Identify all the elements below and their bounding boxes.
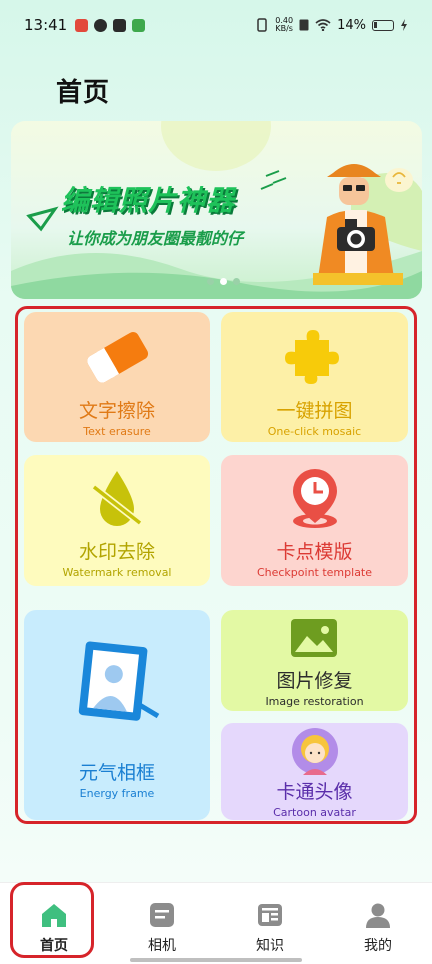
banner-subtitle: 让你成为朋友圈最靓的仔	[67, 229, 244, 248]
text-erase-label: 文字擦除	[78, 400, 155, 422]
notification-icons	[75, 18, 146, 32]
mail-notification-icon	[113, 18, 127, 32]
battery-icon	[372, 19, 394, 31]
restore-label-en: Image restoration	[265, 695, 364, 708]
status-bar: 13:41 0.40 KB/s 14%	[0, 0, 432, 50]
banner-title: 编辑照片神器	[61, 184, 236, 217]
promo-banner[interactable]: 编辑照片神器 让你成为朋友圈最靓的仔	[11, 121, 422, 299]
photo-frame-icon	[78, 641, 160, 721]
tab-profile[interactable]: 我的	[324, 883, 432, 957]
energy-frame-card[interactable]: 元气相框 Energy frame	[24, 610, 210, 820]
battery-percent: 14%	[337, 17, 366, 33]
profile-icon	[366, 903, 390, 928]
tab-knowledge-label: 知识	[256, 938, 284, 954]
status-time: 13:41	[24, 16, 68, 34]
tab-camera[interactable]: 相机	[108, 883, 216, 957]
home-tab-highlight	[10, 882, 94, 958]
watermark-removal-card[interactable]: 水印去除 Watermark removal	[24, 455, 210, 586]
energy-frame-label: 元气相框	[78, 762, 155, 784]
clock-pin-icon	[293, 469, 337, 528]
banner-dot[interactable]	[233, 278, 240, 285]
image-icon	[291, 619, 337, 657]
checkpoint-template-card[interactable]: 卡点模版 Checkpoint template	[221, 455, 408, 586]
banner-pagination[interactable]	[207, 278, 240, 285]
text-erase-card[interactable]: 文字擦除 Text erasure	[24, 312, 210, 442]
photographer-illustration	[313, 164, 413, 285]
camera-doc-icon	[150, 903, 174, 927]
network-speed: 0.40 KB/s	[275, 17, 293, 33]
tab-profile-label: 我的	[364, 938, 392, 954]
home-indicator[interactable]	[130, 958, 302, 962]
tab-knowledge[interactable]: 知识	[216, 883, 324, 957]
one-click-mosaic-card[interactable]: 一键拼图 One-click mosaic	[221, 312, 408, 442]
cartoon-label-en: Cartoon avatar	[273, 806, 356, 819]
watermark-label: 水印去除	[78, 541, 155, 563]
link-notification-icon	[94, 18, 108, 32]
tab-camera-label: 相机	[148, 938, 176, 954]
page-title: 首页	[56, 78, 111, 108]
checkpoint-label: 卡点模版	[276, 541, 353, 563]
checkpoint-label-en: Checkpoint template	[256, 566, 373, 579]
cartoon-avatar-icon	[292, 728, 338, 775]
wifi-icon	[315, 19, 331, 31]
banner-dot[interactable]	[207, 278, 214, 285]
app-notification-icon	[75, 18, 89, 32]
puzzle-icon	[285, 330, 339, 384]
watermark-slash-icon	[91, 471, 143, 526]
status-indicators: 0.40 KB/s 14%	[255, 17, 408, 33]
sim-icon	[299, 19, 309, 31]
mosaic-label: 一键拼图	[276, 400, 353, 422]
charging-icon	[401, 19, 407, 31]
eraser-icon	[87, 332, 149, 383]
text-erase-label-en: Text erasure	[83, 425, 151, 438]
cartoon-label: 卡通头像	[276, 781, 353, 803]
vibrate-icon	[257, 18, 268, 32]
banner-dot-active[interactable]	[220, 278, 227, 285]
image-restoration-card[interactable]: 图片修复 Image restoration	[221, 610, 408, 711]
watermark-label-en: Watermark removal	[62, 566, 172, 579]
knowledge-icon	[258, 904, 282, 926]
cartoon-avatar-card[interactable]: 卡通头像 Cartoon avatar	[221, 723, 408, 820]
network-speed-unit: KB/s	[275, 24, 293, 33]
mosaic-label-en: One-click mosaic	[267, 425, 362, 438]
store-notification-icon	[132, 18, 146, 32]
restore-label: 图片修复	[276, 670, 353, 692]
energy-frame-label-en: Energy frame	[79, 787, 155, 800]
